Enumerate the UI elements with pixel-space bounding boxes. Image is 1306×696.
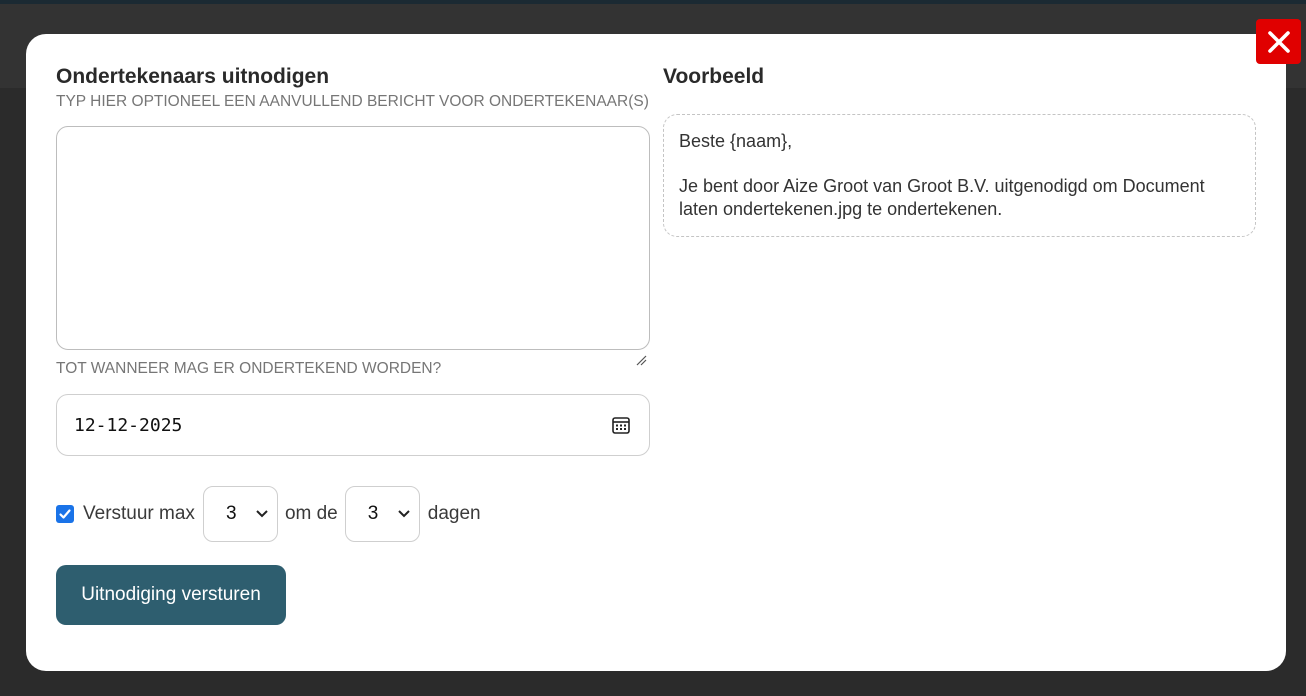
reminder-label-prefix: Verstuur max — [83, 503, 195, 524]
reminder-checkbox[interactable] — [56, 505, 74, 523]
send-invitation-button[interactable]: Uitnodiging versturen — [56, 565, 286, 625]
resize-grip-icon[interactable] — [635, 354, 647, 366]
chevron-down-icon — [256, 510, 268, 518]
preview-box: Beste {naam}, Je bent door Aize Groot va… — [663, 114, 1256, 237]
preview-body: Je bent door Aize Groot van Groot B.V. u… — [679, 176, 1205, 219]
reminder-interval-select[interactable]: 3 — [344, 486, 420, 542]
invite-title: Ondertekenaars uitnodigen — [56, 65, 330, 88]
preview-greeting: Beste {naam}, — [679, 131, 793, 151]
deadline-date-input[interactable]: 12-12-2025 — [56, 394, 650, 456]
preview-title: Voorbeeld — [663, 65, 765, 88]
close-modal-button[interactable] — [1256, 19, 1301, 64]
message-caption: TYP HIER OPTIONEEL EEN AANVULLEND BERICH… — [56, 93, 649, 110]
deadline-date-value: 12-12-2025 — [74, 414, 183, 436]
close-icon — [1267, 30, 1290, 53]
deadline-caption: TOT WANNEER MAG ER ONDERTEKEND WORDEN? — [56, 360, 442, 377]
check-icon — [59, 509, 71, 519]
reminder-count-value: 3 — [225, 503, 237, 524]
message-textarea[interactable] — [56, 126, 650, 350]
chevron-down-icon — [398, 510, 410, 518]
invite-signers-modal: Ondertekenaars uitnodigen TYP HIER OPTIO… — [26, 34, 1286, 671]
reminder-interval-value: 3 — [367, 503, 379, 524]
reminder-label-suffix: dagen — [427, 503, 481, 524]
reminder-count-select[interactable]: 3 — [202, 486, 278, 542]
preview-panel: Voorbeeld Beste {naam}, Je bent door Aiz… — [663, 64, 1256, 237]
reminder-row: Verstuur max 3 om de 3 dagen — [56, 486, 650, 542]
invite-form: Ondertekenaars uitnodigen TYP HIER OPTIO… — [56, 64, 650, 625]
calendar-icon[interactable] — [611, 415, 631, 435]
reminder-label-middle: om de — [284, 503, 338, 524]
